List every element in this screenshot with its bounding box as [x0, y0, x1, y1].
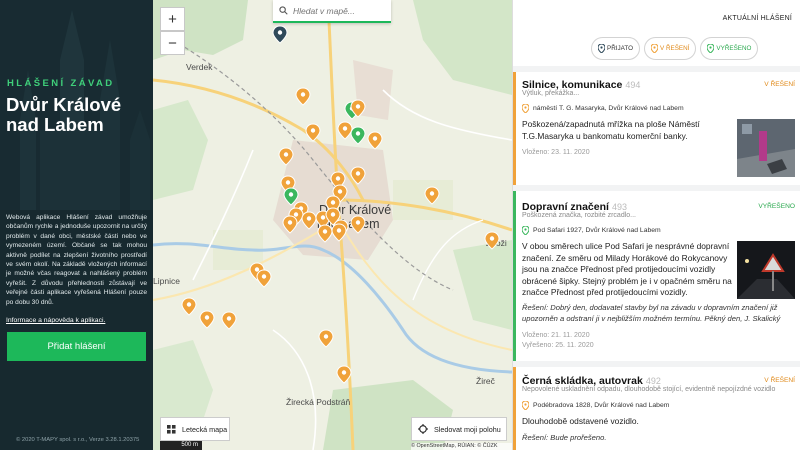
track-location-label: Sledovat moji polohu — [434, 424, 501, 434]
pin-resolved[interactable] — [283, 187, 299, 206]
filter-in-progress-label: V ŘEŠENÍ — [660, 45, 690, 52]
filter-received-label: PŘIJATO — [607, 45, 634, 52]
report-address: Pod Safari 1927, Dvůr Králové nad Labem — [522, 226, 661, 235]
filter-in-progress[interactable]: V ŘEŠENÍ — [644, 37, 697, 60]
info-panel: HLÁŠENÍ ZÁVAD Dvůr Králové nad Labem Web… — [0, 0, 153, 450]
report-subcategory: Výtluk, překážka... — [522, 90, 580, 97]
map-scale: 500 m — [160, 441, 202, 450]
report-description-line: obrácené šipky. Stejný problém je i v op… — [522, 275, 732, 286]
report-description-line: Poškozená/zapadnutá mřížka na ploše Námě… — [522, 119, 700, 129]
report-address-text: náměstí T. G. Masaryka, Dvůr Králové nad… — [533, 105, 684, 112]
pin-in-progress[interactable] — [350, 215, 366, 234]
aerial-map-label: Letecká mapa — [182, 424, 228, 434]
report-description-line: jsou na značce Přednost před protijedouc… — [522, 264, 716, 275]
zoom-out-button[interactable]: − — [160, 31, 185, 55]
pin-in-progress[interactable] — [350, 166, 366, 185]
map-attribution: © OpenStreetMap, RÚIAN: © ČÚZK — [411, 443, 512, 450]
report-address: náměstí T. G. Masaryka, Dvůr Králové nad… — [522, 104, 684, 113]
report-subcategory: Poškozená značka, rozbité zrcadlo... — [522, 212, 637, 219]
report-date-inserted: Vloženo: 21. 11. 2020 — [522, 332, 590, 339]
report-photo[interactable] — [737, 119, 795, 177]
track-location-button[interactable]: Sledovat moji polohu — [411, 417, 507, 441]
map-view[interactable]: Verdek Dvůr Králové nad Labem Lipnice Ži… — [153, 0, 512, 450]
status-badge: V ŘEŠENÍ — [764, 377, 795, 384]
report-resolution: Řešení: Dobrý den, dodavatel stavby byl … — [522, 303, 780, 325]
report-resolution: Řešení: Bude prořešeno. — [522, 433, 607, 442]
status-filters: PŘIJATO V ŘEŠENÍ VYŘEŠENO — [591, 37, 759, 60]
aerial-map-button[interactable]: Letecká mapa — [160, 417, 230, 441]
filter-resolved[interactable]: VYŘEŠENO — [700, 37, 759, 60]
report-pins-layer — [181, 25, 500, 384]
zoom-in-button[interactable]: + — [160, 7, 185, 31]
report-number: 494 — [625, 80, 641, 90]
pin-in-progress[interactable] — [282, 215, 298, 234]
report-resolution-line: upozorněn a odstraní ji v nejbližším mož… — [522, 313, 781, 323]
municipality-title: Dvůr Králové nad Labem — [6, 94, 122, 135]
report-address-text: Pod Safari 1927, Dvůr Králové nad Labem — [533, 227, 661, 234]
pin-in-progress[interactable] — [181, 297, 197, 316]
pin-in-progress[interactable] — [337, 121, 353, 140]
map-search-input[interactable] — [293, 5, 383, 16]
report-address: Podébradova 1828, Dvůr Králové nad Labem — [522, 401, 669, 410]
pin-in-progress[interactable] — [331, 223, 347, 242]
status-badge: VYŘEŠENO — [758, 203, 795, 210]
map-pin-icon — [522, 104, 529, 113]
pin-received[interactable] — [272, 25, 288, 44]
pin-resolved[interactable] — [350, 126, 366, 145]
report-card[interactable]: Černá skládka, autovrak 492 V ŘEŠENÍ Nepo… — [513, 367, 800, 450]
report-dates: Vloženo: 21. 11. 2020 Vyřešeno: 25. 11. … — [522, 331, 594, 350]
report-date: Vloženo: 23. 11. 2020 — [522, 149, 590, 156]
report-number: 493 — [611, 202, 627, 212]
pin-in-progress[interactable] — [317, 224, 333, 243]
map-pin-icon — [651, 44, 659, 53]
map-pin-icon — [707, 44, 715, 53]
search-icon — [279, 6, 288, 15]
pin-in-progress[interactable] — [424, 186, 440, 205]
add-report-button[interactable]: Přidat hlášení — [7, 332, 146, 361]
filter-received[interactable]: PŘIJATO — [591, 37, 641, 60]
reports-panel: AKTUÁLNÍ HLÁŠENÍ PŘIJATO V ŘEŠENÍ VYŘEŠE… — [512, 0, 800, 450]
map-search-box[interactable] — [273, 0, 391, 23]
copyright-text: © 2020 T-MAPY spol. s r.o., Verze 3.28.1… — [16, 437, 140, 443]
grid-icon — [167, 424, 176, 434]
report-card[interactable]: Silnice, komunikace 494 V ŘEŠENÍ Výtluk, … — [513, 72, 800, 185]
report-description: Dlouhodobě odstavené vozidlo. — [522, 416, 639, 426]
app-description: Webová aplikace Hlášení závad umožňuje o… — [6, 214, 147, 306]
pin-in-progress[interactable] — [484, 231, 500, 250]
pin-in-progress[interactable] — [336, 365, 352, 384]
map-pin-icon — [522, 401, 529, 410]
report-description-line: značení. Ze směru od Milady Horákové do … — [522, 252, 728, 263]
report-card[interactable]: Dopravní značení 493 VYŘEŠENO Poškozená z… — [513, 191, 800, 361]
pin-in-progress[interactable] — [199, 310, 215, 329]
app-root: HLÁŠENÍ ZÁVAD Dvůr Králové nad Labem Web… — [0, 0, 800, 450]
app-heading: HLÁŠENÍ ZÁVAD — [7, 78, 115, 89]
report-description: Poškozená/zapadnutá mřížka na ploše Námě… — [522, 119, 700, 142]
reports-header: AKTUÁLNÍ HLÁŠENÍ — [722, 15, 792, 22]
pin-in-progress[interactable] — [256, 269, 272, 288]
pin-in-progress[interactable] — [301, 211, 317, 230]
report-description-line: značce Přednost před protijedoucími vozi… — [522, 287, 688, 298]
report-photo[interactable] — [737, 241, 795, 299]
report-description-line: T.G.Masaryka u bankomatu komerční banky. — [522, 130, 688, 141]
report-description: V obou směrech ulice Pod Safari je nespr… — [522, 241, 732, 299]
pin-in-progress[interactable] — [367, 131, 383, 150]
pin-in-progress[interactable] — [318, 329, 334, 348]
pin-in-progress[interactable] — [278, 147, 294, 166]
help-link[interactable]: Informace a nápověda k aplikaci. — [6, 317, 105, 324]
report-subcategory: Nepovolené uskladnění odpadu, dlouhodobě… — [522, 386, 776, 393]
report-resolution-line: Řešení: Dobrý den, dodavatel stavby byl … — [522, 303, 778, 312]
filter-resolved-label: VYŘEŠENO — [716, 45, 752, 52]
pin-in-progress[interactable] — [221, 311, 237, 330]
pin-in-progress[interactable] — [295, 87, 311, 106]
map-pin-icon — [598, 44, 605, 53]
report-address-text: Podébradova 1828, Dvůr Králové nad Labem — [533, 402, 670, 409]
crosshair-icon — [418, 424, 428, 434]
map-pin-icon — [522, 226, 529, 235]
pin-in-progress[interactable] — [305, 123, 321, 142]
report-number: 492 — [645, 376, 661, 386]
status-badge: V ŘEŠENÍ — [764, 81, 795, 88]
report-date-resolved: Vyřešeno: 25. 11. 2020 — [522, 341, 594, 349]
report-description-line: V obou směrech ulice Pod Safari je nespr… — [522, 241, 730, 251]
